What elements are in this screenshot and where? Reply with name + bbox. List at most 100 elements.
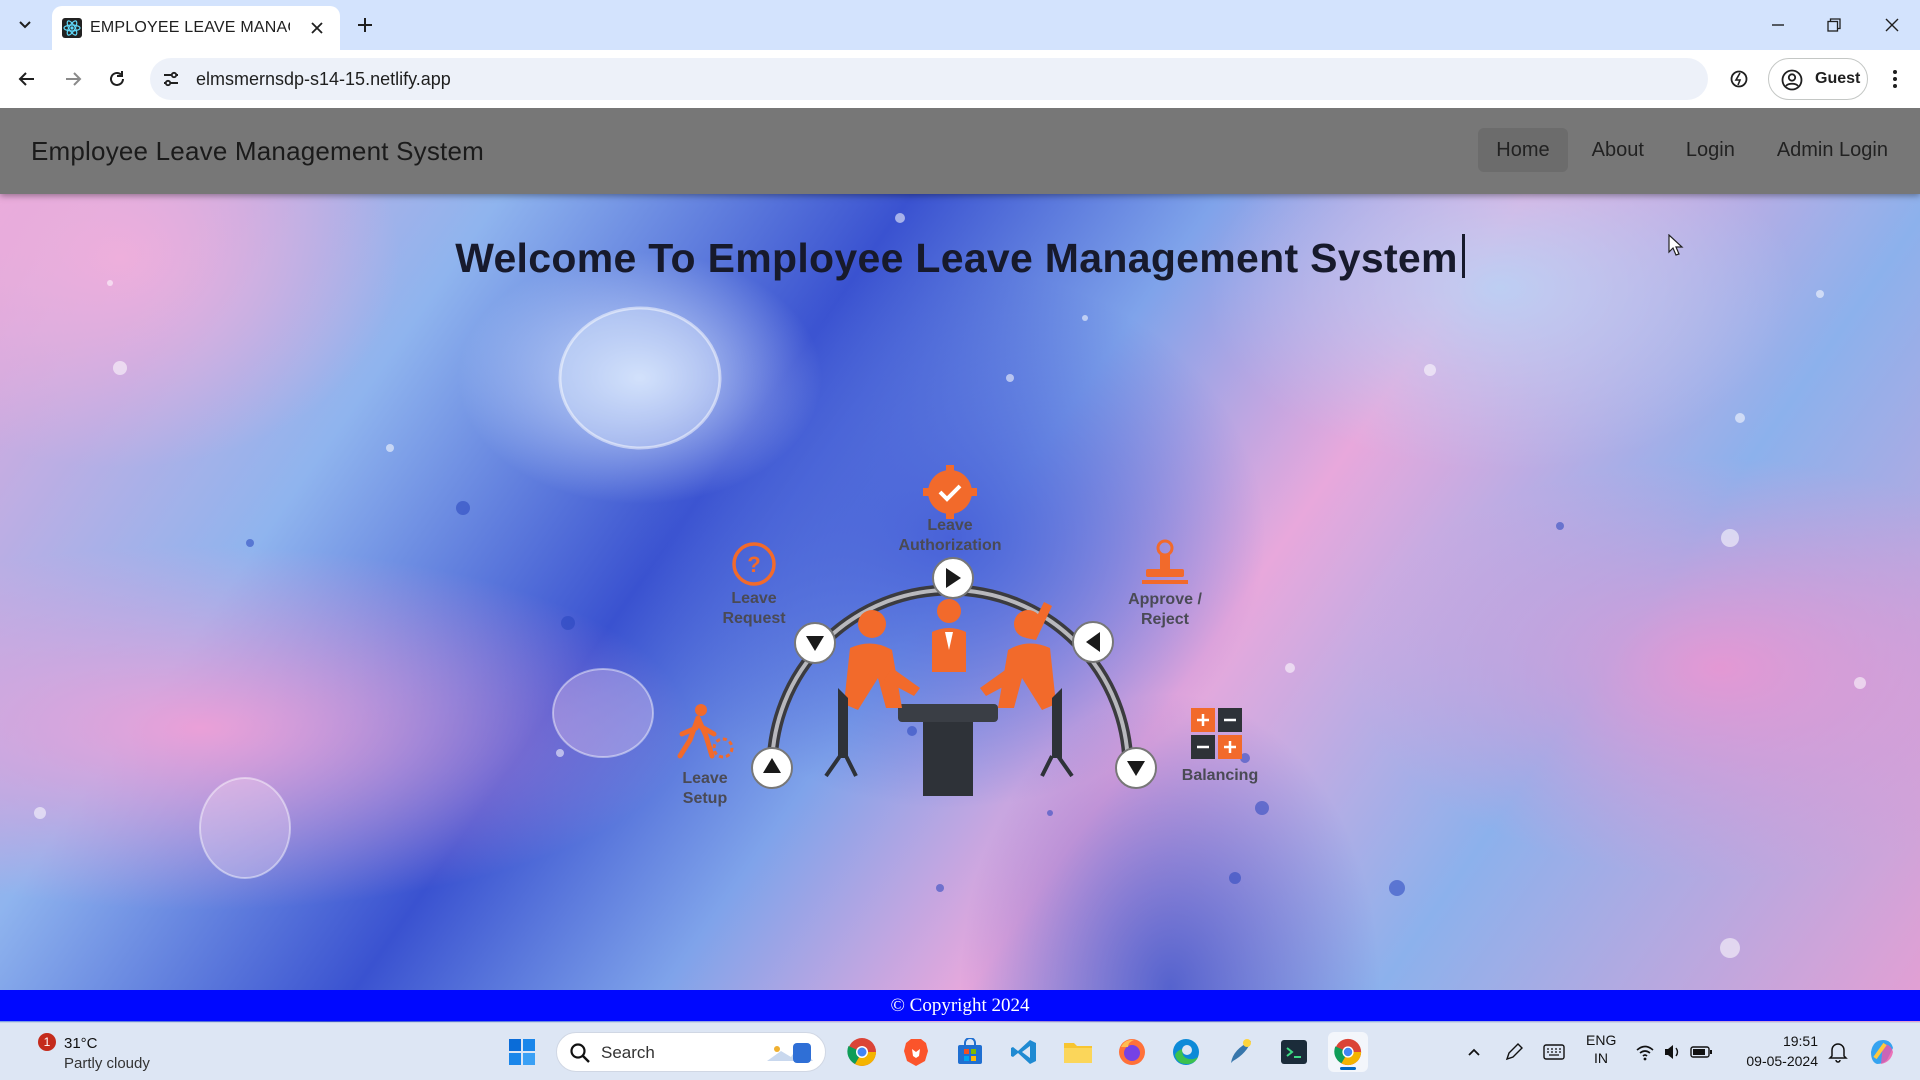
language-indicator[interactable]: ENG IN <box>1586 1031 1616 1067</box>
walking-person-icon <box>677 704 734 759</box>
chrome-icon <box>1334 1038 1362 1066</box>
nav-home-link[interactable]: Home <box>1478 128 1568 172</box>
taskbar-search-placeholder: Search <box>601 1043 655 1062</box>
tab-search-button[interactable] <box>10 10 40 40</box>
weather-widget[interactable]: 1 31°C Partly cloudy <box>30 1031 210 1073</box>
new-tab-button[interactable] <box>352 12 378 38</box>
react-favicon-icon <box>62 18 82 38</box>
approve-reject-label-2: Reject <box>1141 611 1190 628</box>
reload-icon <box>110 71 124 86</box>
restore-button[interactable] <box>1814 10 1854 40</box>
leave-setup-label-1: Leave <box>682 770 727 787</box>
arc-arrow-down-left <box>794 622 836 664</box>
person-icon <box>1781 69 1803 91</box>
weather-alert-badge: 1 <box>38 1033 56 1051</box>
chevron-up-icon <box>1468 1048 1480 1056</box>
pen-tray-button[interactable] <box>1494 1032 1534 1072</box>
stamp-icon <box>1142 539 1188 584</box>
approve-reject-label-1: Approve / <box>1128 591 1202 608</box>
forward-button[interactable] <box>58 64 88 94</box>
page-content: Employee Leave Management System Home Ab… <box>0 108 1920 1022</box>
performance-icon <box>1730 70 1748 88</box>
approve-reject-node: Approve / Reject <box>1128 539 1202 628</box>
close-tab-button[interactable] <box>306 17 328 39</box>
taskbar-vscode-app[interactable] <box>1004 1032 1044 1072</box>
performance-button[interactable] <box>1724 64 1754 94</box>
nav-admin-login-link[interactable]: Admin Login <box>1759 128 1906 172</box>
browser-menu-button[interactable] <box>1880 64 1910 94</box>
browser-tab-active[interactable]: EMPLOYEE LEAVE MANAGEMEN <box>52 6 340 50</box>
wifi-volume-battery-icons <box>1636 1045 1712 1061</box>
copilot-button[interactable] <box>1862 1032 1902 1072</box>
pen-icon <box>1505 1043 1523 1061</box>
calculator-icon <box>1191 708 1242 759</box>
notifications-button[interactable] <box>1820 1032 1856 1072</box>
close-window-button[interactable] <box>1872 10 1912 40</box>
weather-temperature: 31°C <box>64 1035 98 1052</box>
navbar-brand[interactable]: Employee Leave Management System <box>31 136 484 167</box>
keyboard-icon <box>1543 1044 1565 1060</box>
arc-arrow-left-right <box>1072 621 1114 663</box>
language-code: ENG <box>1586 1032 1617 1048</box>
brave-lion-icon <box>904 1039 928 1066</box>
arrow-left-icon <box>18 72 34 86</box>
tab-title: EMPLOYEE LEAVE MANAGEMEN <box>90 19 290 36</box>
clock-time: 19:51 <box>1782 1033 1818 1049</box>
arrow-right-icon <box>66 72 82 86</box>
taskbar-file-explorer-app[interactable] <box>1058 1032 1098 1072</box>
taskbar-chrome-app-active[interactable] <box>1328 1032 1368 1072</box>
welcome-heading: Welcome To Employee Leave Management Sys… <box>0 234 1920 282</box>
profile-button[interactable]: Guest <box>1768 58 1868 100</box>
restore-icon <box>1827 18 1841 32</box>
leave-authorization-label-1: Leave <box>927 517 972 534</box>
back-button[interactable] <box>12 64 42 94</box>
taskbar-chrome-profile-app[interactable] <box>842 1032 882 1072</box>
taskbar-brave-app[interactable] <box>896 1032 936 1072</box>
minimize-icon <box>1772 24 1784 26</box>
firefox-icon <box>1119 1039 1145 1065</box>
start-button[interactable] <box>502 1032 542 1072</box>
quick-settings-button[interactable] <box>1630 1032 1720 1072</box>
taskbar-edge-app[interactable] <box>1166 1032 1206 1072</box>
arc-arrow-up-left <box>751 747 793 789</box>
address-bar[interactable]: elmsmernsdp-s14-15.netlify.app <box>150 58 1708 100</box>
taskbar-terminal-app[interactable] <box>1274 1032 1314 1072</box>
typing-caret <box>1461 234 1465 278</box>
store-bag-icon <box>958 1038 982 1064</box>
chevron-down-icon <box>19 21 31 29</box>
leave-setup-node: Leave Setup <box>677 704 734 807</box>
reload-button[interactable] <box>102 64 132 94</box>
balancing-label: Balancing <box>1182 767 1258 784</box>
site-info-icon[interactable] <box>160 68 182 90</box>
keyboard-tray-button[interactable] <box>1534 1032 1574 1072</box>
vscode-icon <box>1011 1040 1036 1064</box>
profile-label: Guest <box>1815 70 1861 87</box>
clock-date: 09-05-2024 <box>1746 1053 1818 1069</box>
nav-login-link[interactable]: Login <box>1668 128 1753 172</box>
arc-arrow-down-right <box>1115 747 1157 789</box>
folder-icon <box>1064 1043 1092 1063</box>
taskbar-firefox-app[interactable] <box>1112 1032 1152 1072</box>
active-app-indicator <box>1340 1067 1356 1070</box>
weather-condition: Partly cloudy <box>64 1055 150 1072</box>
more-vertical-icon <box>1893 70 1897 88</box>
windows-logo-icon <box>509 1039 535 1065</box>
taskbar-python-app[interactable] <box>1220 1032 1260 1072</box>
region-code: IN <box>1594 1050 1608 1066</box>
nav-about-link[interactable]: About <box>1574 128 1662 172</box>
svg-text:?: ? <box>747 552 760 577</box>
edge-icon <box>1173 1039 1199 1065</box>
show-hidden-icons-button[interactable] <box>1454 1032 1494 1072</box>
leave-request-label-2: Request <box>722 610 786 627</box>
clock[interactable]: 19:51 09-05-2024 <box>1736 1031 1818 1071</box>
taskbar-store-app[interactable] <box>950 1032 990 1072</box>
url-text: elmsmernsdp-s14-15.netlify.app <box>196 69 451 89</box>
minimize-button[interactable] <box>1758 10 1798 40</box>
terminal-icon <box>1281 1040 1307 1064</box>
leave-request-node: ? Leave Request <box>722 542 786 627</box>
taskbar-search-box[interactable]: Search <box>556 1032 826 1072</box>
search-icon <box>570 1043 590 1063</box>
close-icon <box>311 22 323 34</box>
arc-arrow-right-top <box>932 557 974 599</box>
copilot-icon <box>1871 1040 1893 1064</box>
